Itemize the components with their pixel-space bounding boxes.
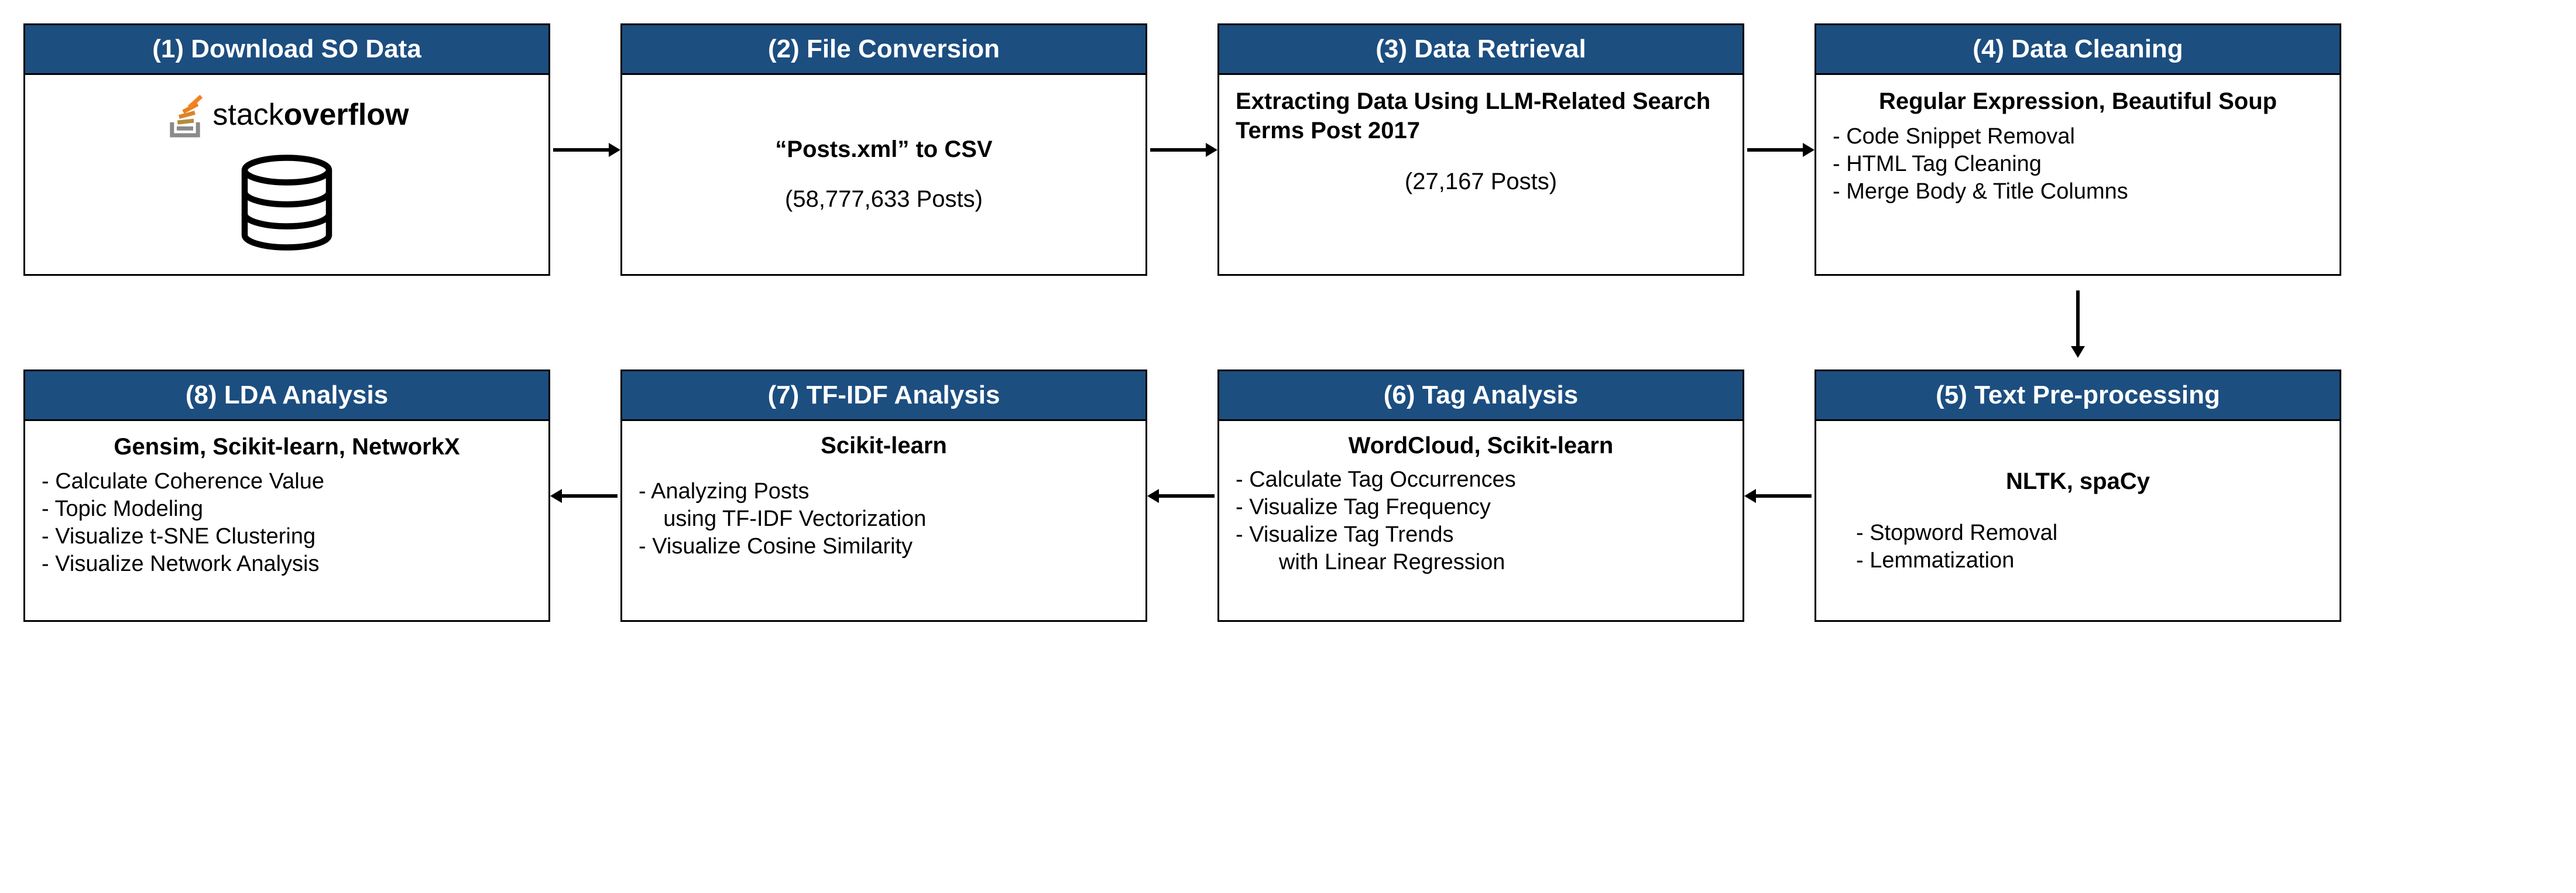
step-6-box: (6) Tag Analysis WordCloud, Scikit-learn… — [1217, 369, 1744, 622]
step-6-body: WordCloud, Scikit-learn - Calculate Tag … — [1219, 421, 1743, 620]
row-1: (1) Download SO Data st — [23, 23, 2553, 276]
arrow-6-7 — [1147, 478, 1217, 514]
arrow-7-8 — [550, 478, 620, 514]
arrow-1-2 — [550, 132, 620, 167]
step-5-title: (5) Text Pre-processing — [1816, 371, 2340, 421]
pipeline-diagram: (1) Download SO Data st — [23, 23, 2553, 622]
arrow-5-6 — [1744, 478, 1814, 514]
step-6-bullet-3: - Visualize Tag Trends — [1236, 522, 1516, 548]
step-2-box: (2) File Conversion “Posts.xml” to CSV (… — [620, 23, 1147, 276]
step-1-box: (1) Download SO Data st — [23, 23, 550, 276]
step-8-bullet-4: - Visualize Network Analysis — [42, 552, 324, 577]
step-3-heading: Extracting Data Using LLM-Related Search… — [1236, 87, 1726, 145]
step-8-bullet-2: - Topic Modeling — [42, 497, 324, 522]
arrow-3-4 — [1744, 132, 1814, 167]
step-3-body: Extracting Data Using LLM-Related Search… — [1219, 75, 1743, 274]
step-6-title: (6) Tag Analysis — [1219, 371, 1743, 421]
stackoverflow-logo: stackoverflow — [164, 91, 409, 139]
arrow-4-5 — [2060, 288, 2095, 358]
step-6-heading: WordCloud, Scikit-learn — [1349, 433, 1614, 459]
stackoverflow-stack-text: stack — [212, 98, 283, 132]
step-4-heading: Regular Expression, Beautiful Soup — [1879, 87, 2277, 116]
database-icon — [234, 153, 339, 258]
step-7-bullet-1: - Analyzing Posts — [639, 479, 926, 504]
step-1-title: (1) Download SO Data — [25, 25, 548, 75]
step-4-bullet-3: - Merge Body & Title Columns — [1833, 179, 2128, 204]
step-8-bullet-3: - Visualize t-SNE Clustering — [42, 524, 324, 549]
step-4-bullet-2: - HTML Tag Cleaning — [1833, 152, 2128, 177]
step-5-bullet-1: - Stopword Removal — [1856, 521, 2057, 546]
step-5-heading: NLTK, spaCy — [2006, 468, 2150, 495]
step-7-body: Scikit-learn - Analyzing Posts using TF-… — [622, 421, 1145, 620]
step-7-box: (7) TF-IDF Analysis Scikit-learn - Analy… — [620, 369, 1147, 622]
step-5-box: (5) Text Pre-processing NLTK, spaCy - St… — [1814, 369, 2341, 622]
step-4-bullet-1: - Code Snippet Removal — [1833, 124, 2128, 149]
step-2-body: “Posts.xml” to CSV (58,777,633 Posts) — [622, 75, 1145, 274]
step-7-title: (7) TF-IDF Analysis — [622, 371, 1145, 421]
step-7-heading: Scikit-learn — [821, 433, 947, 459]
step-8-heading: Gensim, Scikit-learn, NetworkX — [114, 433, 459, 461]
step-6-bullet-2: - Visualize Tag Frequency — [1236, 495, 1516, 520]
step-5-bullet-2: - Lemmatization — [1856, 548, 2057, 573]
step-6-bullet-4: with Linear Regression — [1236, 550, 1516, 575]
step-3-title: (3) Data Retrieval — [1219, 25, 1743, 75]
step-8-body: Gensim, Scikit-learn, NetworkX - Calcula… — [25, 421, 548, 620]
step-5-body: NLTK, spaCy - Stopword Removal - Lemmati… — [1816, 421, 2340, 620]
step-3-box: (3) Data Retrieval Extracting Data Using… — [1217, 23, 1744, 276]
step-2-heading: “Posts.xml” to CSV — [775, 136, 992, 163]
step-7-bullet-3: - Visualize Cosine Similarity — [639, 534, 926, 559]
stackoverflow-overflow-text: overflow — [284, 98, 409, 132]
step-1-body: stackoverflow — [25, 75, 548, 274]
step-3-subtext: (27,167 Posts) — [1405, 169, 1557, 195]
step-2-subtext: (58,777,633 Posts) — [785, 186, 983, 213]
step-8-box: (8) LDA Analysis Gensim, Scikit-learn, N… — [23, 369, 550, 622]
arrow-2-3 — [1147, 132, 1217, 167]
step-7-bullet-2: using TF-IDF Vectorization — [639, 507, 926, 532]
step-2-title: (2) File Conversion — [622, 25, 1145, 75]
step-4-box: (4) Data Cleaning Regular Expression, Be… — [1814, 23, 2341, 276]
step-6-bullet-1: - Calculate Tag Occurrences — [1236, 467, 1516, 492]
row-2: (8) LDA Analysis Gensim, Scikit-learn, N… — [23, 369, 2553, 622]
stackoverflow-icon — [164, 91, 205, 139]
step-4-body: Regular Expression, Beautiful Soup - Cod… — [1816, 75, 2340, 274]
step-4-title: (4) Data Cleaning — [1816, 25, 2340, 75]
step-8-title: (8) LDA Analysis — [25, 371, 548, 421]
step-8-bullet-1: - Calculate Coherence Value — [42, 469, 324, 494]
